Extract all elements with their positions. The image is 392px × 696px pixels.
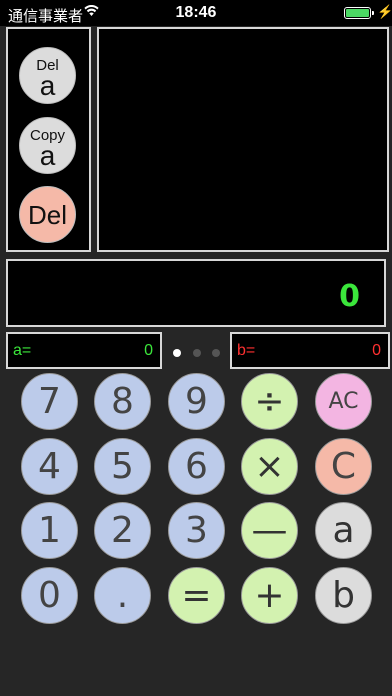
page-dot-2[interactable] xyxy=(193,349,201,357)
key-0[interactable]: 0 xyxy=(21,567,78,624)
copy-a-bottom-label: a xyxy=(39,140,56,171)
register-b-label: b= xyxy=(237,342,256,359)
key-4[interactable]: 4 xyxy=(21,438,78,495)
charging-icon: ⚡ xyxy=(377,4,392,19)
register-a-label: a= xyxy=(13,342,32,359)
decimal-key[interactable]: . xyxy=(94,567,151,624)
page-dot-3[interactable] xyxy=(212,349,220,357)
add-key[interactable]: + xyxy=(241,567,298,624)
status-bar: 通信事業者 18:46 ⚡ xyxy=(0,0,392,26)
subtract-key[interactable]: — xyxy=(241,502,298,559)
key-3[interactable]: 3 xyxy=(168,502,225,559)
multiply-key[interactable]: × xyxy=(241,438,298,495)
display-value: 0 xyxy=(339,279,360,314)
memory-panel: Del a Copy a Del xyxy=(6,27,91,252)
key-7[interactable]: 7 xyxy=(21,373,78,430)
all-clear-key[interactable]: AC xyxy=(315,373,372,430)
equals-key[interactable]: = xyxy=(168,567,225,624)
register-b: b= 0 xyxy=(230,332,390,369)
key-1[interactable]: 1 xyxy=(21,502,78,559)
main-display: 0 xyxy=(6,259,386,327)
delete-a-button[interactable]: Del a xyxy=(19,47,76,104)
key-5[interactable]: 5 xyxy=(94,438,151,495)
register-a-value: 0 xyxy=(144,342,153,359)
register-a: a= 0 xyxy=(6,332,162,369)
copy-a-button[interactable]: Copy a xyxy=(19,117,76,174)
battery-icon xyxy=(344,7,374,19)
history-panel xyxy=(97,27,389,252)
key-6[interactable]: 6 xyxy=(168,438,225,495)
delete-a-bottom-label: a xyxy=(39,70,56,101)
page-dot-1[interactable] xyxy=(173,349,181,357)
delete-label: Del xyxy=(27,200,67,230)
key-9[interactable]: 9 xyxy=(168,373,225,430)
variable-a-key[interactable]: a xyxy=(315,502,372,559)
key-8[interactable]: 8 xyxy=(94,373,151,430)
delete-button[interactable]: Del xyxy=(19,186,76,243)
clear-key[interactable]: C xyxy=(315,438,372,495)
clock: 18:46 xyxy=(175,4,217,21)
divide-key[interactable]: ÷ xyxy=(241,373,298,430)
register-b-value: 0 xyxy=(372,342,381,359)
variable-b-key[interactable]: b xyxy=(315,567,372,624)
key-2[interactable]: 2 xyxy=(94,502,151,559)
